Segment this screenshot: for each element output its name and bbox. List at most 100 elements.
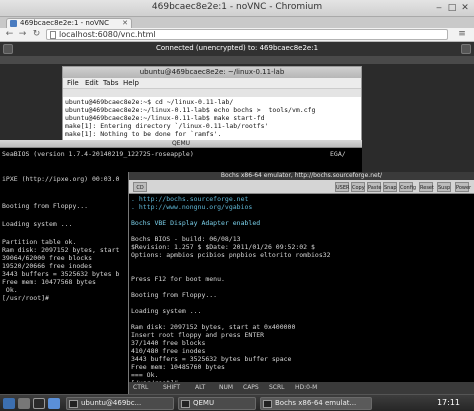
qemu-line: SeaBIOS (version 1.7.4-20140219_122725-r… bbox=[2, 150, 194, 158]
bochs-line: 37/1440 free blocks bbox=[131, 339, 206, 347]
menu-edit[interactable]: Edit bbox=[85, 79, 99, 87]
browser-tab[interactable]: 469bcaec8e2e:1 - noVNC ✕ bbox=[6, 18, 132, 28]
terminal-tab-bar bbox=[63, 89, 361, 97]
qemu-line: Partition table ok. bbox=[2, 238, 77, 246]
status-hd: HD:0-M bbox=[295, 384, 318, 391]
forward-icon[interactable]: → bbox=[17, 29, 28, 40]
tab-close-icon[interactable]: ✕ bbox=[122, 19, 128, 27]
bochs-line: Insert root floppy and press ENTER bbox=[131, 331, 265, 339]
bochs-line: === Ok. bbox=[131, 371, 159, 379]
back-icon[interactable]: ← bbox=[4, 29, 15, 40]
terminal-title-bar[interactable]: ubuntu@469bcaec8e2e: ~/linux-0.11-lab bbox=[63, 67, 361, 78]
bochs-line: Booting from Floppy... bbox=[131, 291, 218, 299]
menu-tabs[interactable]: Tabs bbox=[103, 79, 119, 87]
terminal-window[interactable]: ubuntu@469bcaec8e2e: ~/linux-0.11-lab Fi… bbox=[62, 66, 362, 148]
bochs-line: Loading system ... bbox=[131, 307, 202, 315]
bochs-line: Options: apmbios pcibios pnpbios eltorit… bbox=[131, 251, 331, 259]
bochs-line: Bochs BIOS - build: 06/08/13 bbox=[131, 235, 241, 243]
qemu-line: Ok. bbox=[2, 286, 18, 294]
terminal-line: ubuntu@469bcaec8e2e:~/linux-0.11-lab$ ec… bbox=[65, 106, 316, 114]
novnc-disconnect-icon[interactable] bbox=[461, 44, 471, 54]
qemu-task-icon bbox=[181, 400, 190, 408]
menu-file[interactable]: File bbox=[67, 79, 79, 87]
browser-window-title: 469bcaec8e2e:1 - noVNC - Chromium bbox=[151, 2, 323, 12]
url-input[interactable] bbox=[59, 30, 439, 39]
terminal-line: make[1]: Nothing to be done for `ramfs'. bbox=[65, 130, 222, 138]
connection-status: Connected (unencrypted) to: 469bcaec8e2e… bbox=[155, 44, 319, 52]
terminal-menubar: File Edit Tabs Help bbox=[63, 78, 361, 89]
qemu-title: QEMU bbox=[171, 140, 191, 147]
taskbar: ubuntu@469bc... QEMU Bochs x86-64 emulat… bbox=[0, 394, 474, 411]
bochs-line: Bochs VBE Display Adapter enabled bbox=[131, 219, 261, 227]
taskbar-task-label: QEMU bbox=[193, 399, 215, 407]
browser-title-bar[interactable]: 469bcaec8e2e:1 - noVNC - Chromium ‒ □ ✕ bbox=[0, 0, 474, 17]
taskbar-task-terminal[interactable]: ubuntu@469bc... bbox=[66, 397, 174, 410]
bochs-line: 3443 buffers = 3525632 bytes buffer spac… bbox=[131, 355, 292, 363]
page-icon bbox=[50, 31, 56, 39]
bochs-config-button[interactable]: Config bbox=[399, 182, 416, 192]
taskbar-task-label: Bochs x86-64 emulat... bbox=[275, 399, 357, 407]
bochs-copy-button[interactable]: Copy bbox=[351, 182, 365, 192]
qemu-line: Booting from Floppy... bbox=[2, 202, 89, 210]
close-icon[interactable]: ✕ bbox=[460, 3, 470, 13]
address-bar[interactable] bbox=[46, 29, 448, 40]
bochs-suspend-button[interactable]: Susp bbox=[437, 182, 451, 192]
bochs-line: Press F12 for boot menu. bbox=[131, 275, 225, 283]
terminal-task-icon bbox=[69, 400, 78, 408]
bochs-window[interactable]: Bochs x86-64 emulator, http://bochs.sour… bbox=[128, 172, 474, 394]
bochs-screen[interactable]: . http://bochs.sourceforge.net . http://… bbox=[129, 194, 474, 387]
chrome-menu-icon[interactable]: ≡ bbox=[456, 29, 468, 40]
bochs-line: . http://bochs.sourceforge.net bbox=[131, 195, 249, 203]
terminal-line: ubuntu@469bcaec8e2e:~$ cd ~/linux-0.11-l… bbox=[65, 98, 234, 106]
taskbar-task-qemu[interactable]: QEMU bbox=[178, 397, 256, 410]
bochs-power-button[interactable]: Power bbox=[455, 182, 471, 192]
start-menu-icon[interactable] bbox=[3, 398, 15, 409]
status-alt: ALT bbox=[195, 384, 206, 391]
reload-icon[interactable]: ↻ bbox=[31, 29, 42, 40]
file-manager-icon[interactable] bbox=[18, 398, 30, 409]
favicon-icon bbox=[10, 20, 17, 27]
bochs-cdrom-button[interactable]: CD bbox=[133, 182, 147, 192]
novnc-settings-icon[interactable] bbox=[3, 44, 13, 54]
browser-launcher-icon[interactable] bbox=[48, 398, 60, 409]
status-scrl: SCRL bbox=[269, 384, 285, 391]
maximize-icon[interactable]: □ bbox=[447, 3, 457, 13]
qemu-partial-text: EGA/ bbox=[330, 150, 346, 158]
bochs-task-icon bbox=[263, 400, 272, 408]
bochs-line: 410/480 free inodes bbox=[131, 347, 206, 355]
qemu-line: 3443 buffers = 3525632 bytes b bbox=[2, 270, 120, 278]
status-num: NUM bbox=[219, 384, 234, 391]
status-caps: CAPS bbox=[243, 384, 259, 391]
menu-help[interactable]: Help bbox=[123, 79, 139, 87]
terminal-line: ubuntu@469bcaec8e2e:~/linux-0.11-lab$ ma… bbox=[65, 114, 265, 122]
terminal-line: make[1]: Entering directory `/linux-0.11… bbox=[65, 122, 269, 130]
bochs-reset-button[interactable]: Reset bbox=[419, 182, 434, 192]
qemu-line: [/usr/root]# bbox=[2, 294, 49, 302]
terminal-title: ubuntu@469bcaec8e2e: ~/linux-0.11-lab bbox=[139, 68, 285, 76]
bochs-line: Ram disk: 2097152 bytes, start at 0x4000… bbox=[131, 323, 296, 331]
bochs-line: $Revision: 1.257 $ $Date: 2011/01/26 09:… bbox=[131, 243, 315, 251]
qemu-line: Free mem: 10477568 bytes bbox=[2, 278, 96, 286]
status-shift: SHIFT bbox=[163, 384, 181, 391]
screen: 469bcaec8e2e:1 - noVNC - Chromium ‒ □ ✕ … bbox=[0, 0, 474, 411]
clock: 17:11 bbox=[436, 398, 460, 407]
bochs-line: Free mem: 10485760 bytes bbox=[131, 363, 225, 371]
tab-strip: 469bcaec8e2e:1 - noVNC ✕ bbox=[0, 17, 474, 28]
bochs-snapshot-button[interactable]: Snap bbox=[383, 182, 397, 192]
bochs-paste-button[interactable]: Paste bbox=[367, 182, 382, 192]
minimize-icon[interactable]: ‒ bbox=[434, 3, 444, 13]
taskbar-task-bochs[interactable]: Bochs x86-64 emulat... bbox=[260, 397, 372, 410]
qemu-title-bar[interactable]: QEMU bbox=[0, 140, 362, 148]
qemu-line: 19520/20666 free inodes bbox=[2, 262, 93, 270]
bochs-title: Bochs x86-64 emulator, http://bochs.sour… bbox=[220, 172, 383, 179]
terminal-launcher-icon[interactable] bbox=[33, 398, 45, 409]
bochs-title-bar[interactable]: Bochs x86-64 emulator, http://bochs.sour… bbox=[129, 172, 474, 180]
novnc-status-bar: Connected (unencrypted) to: 469bcaec8e2e… bbox=[0, 42, 474, 56]
qemu-line: Loading system ... bbox=[2, 220, 73, 228]
bochs-line: . http://www.nongnu.org/vgabios bbox=[131, 203, 253, 211]
bochs-toolbar: CD USER Copy Paste Snap Config Reset Sus… bbox=[129, 180, 474, 194]
bochs-status-bar: CTRL SHIFT ALT NUM CAPS SCRL HD:0-M bbox=[129, 382, 474, 394]
tab-label: 469bcaec8e2e:1 - noVNC bbox=[20, 19, 110, 27]
taskbar-task-label: ubuntu@469bc... bbox=[81, 399, 142, 407]
bochs-user-button[interactable]: USER bbox=[335, 182, 349, 192]
